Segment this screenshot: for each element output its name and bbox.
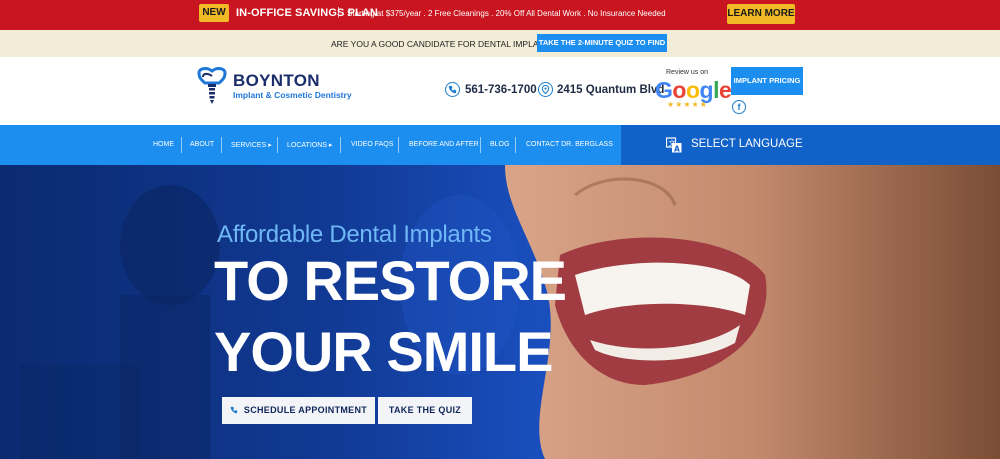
select-language-label: SELECT LANGUAGE [691, 138, 803, 150]
nav-divider [181, 137, 182, 153]
nav-item-locations[interactable]: LOCATIONS ▸ [287, 141, 332, 149]
candidate-bar: ARE YOU A GOOD CANDIDATE FOR DENTAL IMPL… [0, 30, 1000, 65]
phone-icon [230, 406, 238, 414]
review-label: Review us on [666, 69, 709, 76]
learn-more-button[interactable]: LEARN MORE [727, 4, 795, 24]
nav-divider [398, 137, 399, 153]
address-link[interactable]: 2415 Quantum Blvd [557, 84, 664, 96]
schedule-appointment-label: SCHEDULE APPOINTMENT [243, 405, 368, 415]
select-language-button[interactable]: 文 A SELECT LANGUAGE [621, 125, 1000, 165]
nav-divider [480, 137, 481, 153]
schedule-appointment-button[interactable]: SCHEDULE APPOINTMENT [222, 397, 375, 424]
site-header: BOYNTON Implant & Cosmetic Dentistry 561… [0, 57, 1000, 125]
quiz-link-button[interactable]: TAKE THE 2-MINUTE QUIZ TO FIND OUT [537, 34, 667, 65]
nav-divider [221, 137, 222, 153]
nav-item-contact[interactable]: CONTACT DR. BERGLASS [526, 141, 613, 148]
nav-item-about[interactable]: ABOUT [190, 141, 214, 148]
location-pin-icon [538, 82, 553, 97]
translate-icon: 文 A [666, 137, 682, 153]
nav-item-services-label: SERVICES [231, 142, 267, 149]
candidate-question: ARE YOU A GOOD CANDIDATE FOR DENTAL IMPL… [331, 39, 561, 49]
hero-section: Affordable Dental Implants TO RESTORE YO… [0, 165, 1000, 459]
logo-tagline: Implant & Cosmetic Dentistry [233, 90, 352, 100]
nav-divider [340, 137, 341, 153]
nav-item-locations-label: LOCATIONS [287, 142, 327, 149]
rating-stars: ★★★★★ [667, 100, 708, 109]
hero-subtitle: Affordable Dental Implants [217, 221, 492, 248]
nav-divider [515, 137, 516, 153]
promo-separator: | [337, 6, 340, 18]
phone-number-link[interactable]: 561-736-1700 [465, 84, 537, 96]
svg-text:A: A [674, 144, 680, 153]
nav-divider [277, 137, 278, 153]
nav-item-home[interactable]: HOME [153, 141, 174, 148]
promo-bar: NEW IN-OFFICE SAVINGS PLAN | Starting at… [0, 0, 1000, 30]
phone-icon [445, 82, 460, 97]
caret-right-icon: ▸ [268, 142, 272, 149]
main-nav: HOME ABOUT SERVICES ▸ LOCATIONS ▸ VIDEO … [0, 125, 621, 165]
new-badge: NEW [199, 4, 229, 22]
caret-right-icon: ▸ [328, 142, 333, 149]
tooth-implant-logo-icon[interactable] [195, 67, 229, 105]
nav-item-before-after[interactable]: BEFORE AND AFTER [409, 141, 479, 148]
logo-name[interactable]: BOYNTON [233, 71, 320, 91]
implant-pricing-button[interactable]: IMPLANT PRICING [731, 67, 803, 95]
smiling-woman-image [505, 165, 1000, 459]
facebook-icon[interactable]: f [732, 100, 746, 114]
hero-headline-line-2: YOUR SMILE [214, 320, 553, 383]
promo-offer-text: Starting at $375/year . 2 Free Cleanings… [347, 9, 666, 18]
hero-headline-line-1: TO RESTORE [214, 249, 567, 312]
take-the-quiz-button[interactable]: TAKE THE QUIZ [378, 397, 472, 424]
nav-item-blog[interactable]: BLOG [490, 141, 509, 148]
nav-item-video-faqs[interactable]: VIDEO FAQS [351, 141, 393, 148]
nav-item-services[interactable]: SERVICES ▸ [231, 141, 272, 149]
